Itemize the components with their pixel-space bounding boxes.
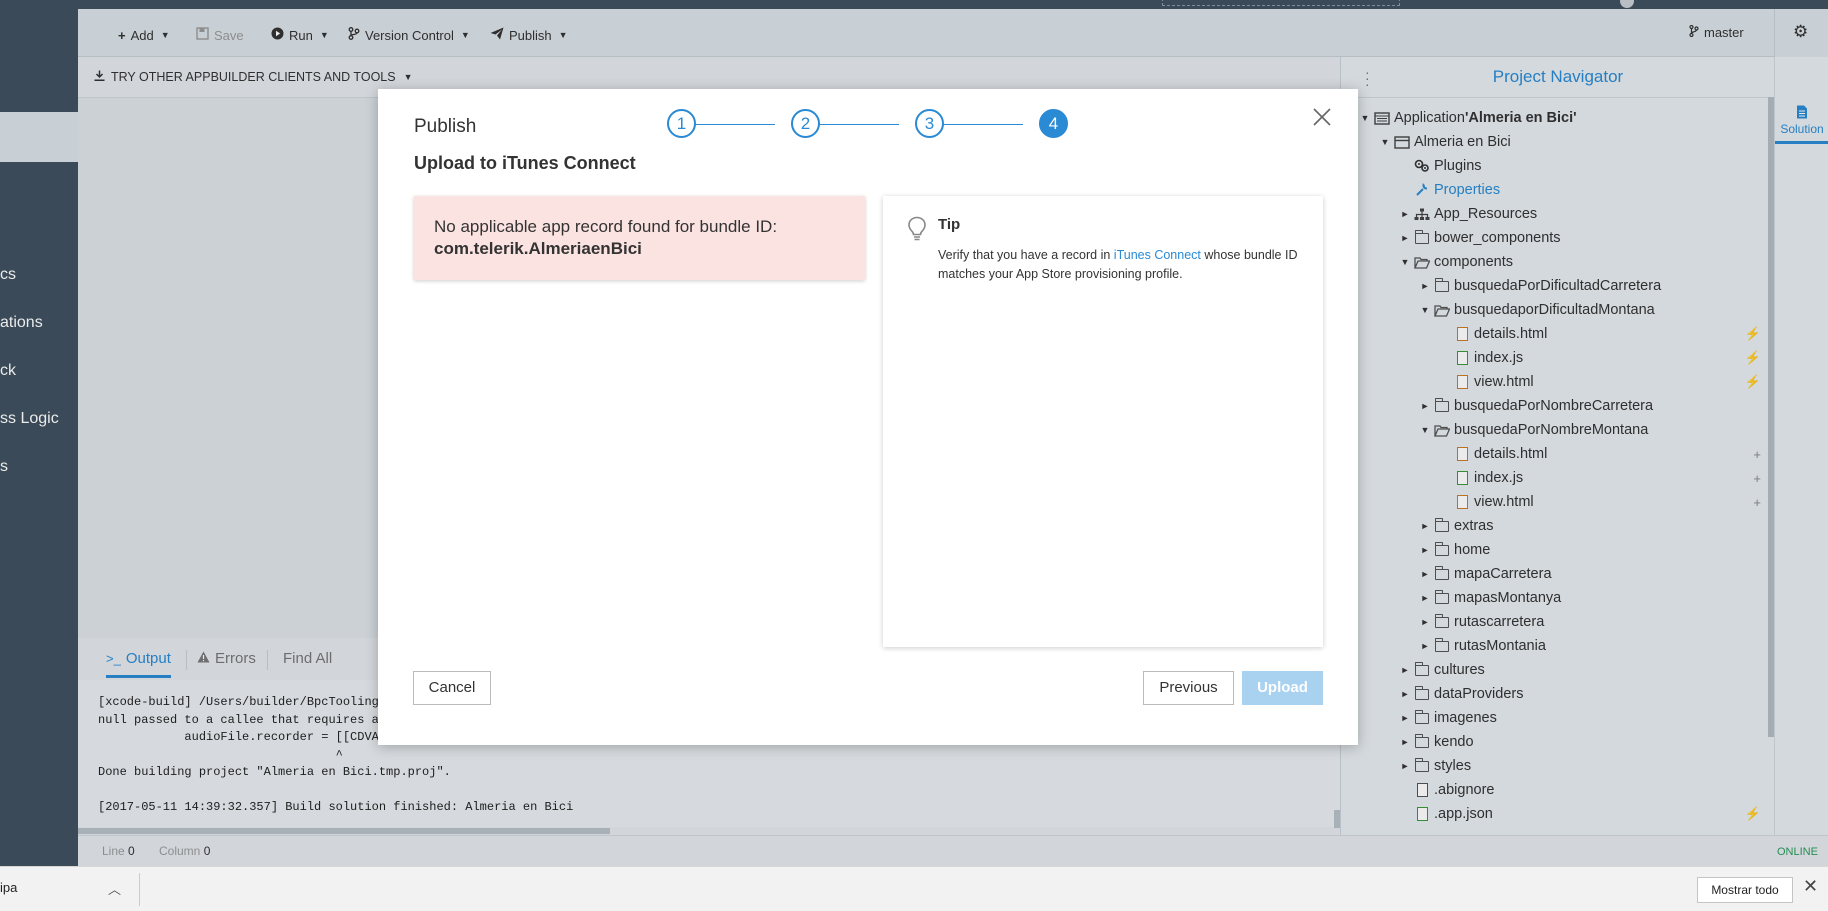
step-4[interactable]: 4	[1039, 109, 1068, 138]
show-all-button[interactable]: Mostrar todo	[1697, 877, 1793, 903]
bundle-id: com.telerik.AlmeriaenBici	[434, 239, 642, 258]
tip-text: Verify that you have a record in iTunes …	[938, 246, 1298, 283]
download-bar: ipa ︿ Mostrar todo ✕	[0, 866, 1828, 911]
download-file-name[interactable]: ipa	[0, 880, 17, 895]
cancel-button[interactable]: Cancel	[413, 671, 491, 705]
lightbulb-icon	[907, 216, 927, 245]
step-3[interactable]: 3	[915, 109, 944, 138]
dialog-title: Publish	[414, 116, 477, 137]
dialog-subtitle: Upload to iTunes Connect	[414, 153, 636, 173]
upload-button[interactable]: Upload	[1242, 671, 1323, 705]
previous-button[interactable]: Previous	[1143, 671, 1234, 705]
tip-text-part: Verify that you have a record in	[938, 248, 1114, 262]
chevron-up-icon[interactable]: ︿	[108, 879, 121, 898]
close-icon[interactable]: ✕	[1803, 876, 1818, 897]
error-text: No applicable app record found for bundl…	[434, 217, 778, 236]
step-1[interactable]: 1	[667, 109, 696, 138]
close-icon[interactable]	[1310, 105, 1334, 129]
tip-panel: Tip Verify that you have a record in iTu…	[883, 196, 1323, 647]
itunes-connect-link[interactable]: iTunes Connect	[1114, 248, 1201, 262]
tip-title: Tip	[938, 216, 961, 233]
error-message: No applicable app record found for bundl…	[414, 196, 865, 280]
publish-dialog: Publish 1 2 3 4 Upload to iTunes Connect…	[378, 89, 1358, 745]
divider	[139, 873, 140, 906]
step-2[interactable]: 2	[791, 109, 820, 138]
